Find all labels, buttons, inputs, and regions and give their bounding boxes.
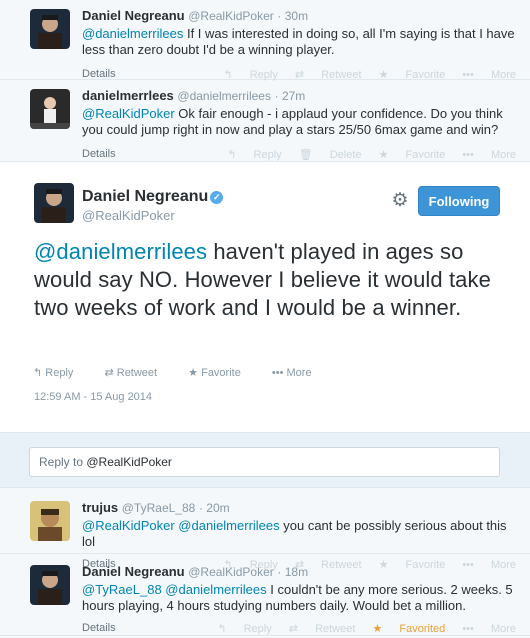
author-name[interactable]: Daniel Negreanu <box>82 188 208 205</box>
delete-label: Delete <box>329 149 362 161</box>
more-label: More <box>490 149 516 161</box>
tweet-timestamp[interactable]: 12:59 AM - 15 Aug 2014 <box>34 391 152 403</box>
favorite-label: Favorite <box>201 367 241 379</box>
author-handle[interactable]: @RealKidPoker <box>188 565 274 579</box>
avatar[interactable] <box>30 565 70 605</box>
more-action[interactable]: ••• More <box>272 367 326 379</box>
details-link[interactable]: Details <box>82 622 116 634</box>
mention-link[interactable]: @danielmerrilees <box>82 26 183 41</box>
tweet-text: @danielmerrilees haven't played in ages … <box>34 238 504 322</box>
author-handle[interactable]: @danielmerrilees <box>177 89 271 103</box>
more-action[interactable]: ••• More <box>462 623 516 635</box>
retweet-label: Retweet <box>116 367 158 379</box>
tweet-conversation: Daniel Negreanu @RealKidPoker · 30m @dan… <box>0 0 530 636</box>
mention-link[interactable]: @danielmerrilees <box>34 239 207 264</box>
author-handle[interactable]: @RealKidPoker <box>82 208 175 223</box>
reply-action[interactable]: ↰ Reply <box>217 623 271 635</box>
retweet-action[interactable]: ⇄ Retweet <box>289 623 356 635</box>
reply-action[interactable]: ↰ Reply <box>227 149 281 161</box>
tweet-time[interactable]: 20m <box>206 501 229 515</box>
reply-label: Reply <box>253 149 282 161</box>
reply-mention: @RealKidPoker <box>86 455 172 469</box>
tweet-text: @TyRaeL_88 @danielmerrilees I couldn't b… <box>82 582 516 614</box>
more-label: More <box>286 367 312 379</box>
favorited-action[interactable]: ★ Favorited <box>372 623 445 635</box>
reply-action[interactable]: ↰ Reply <box>33 367 87 379</box>
tweet-time[interactable]: 18m <box>285 565 308 579</box>
avatar[interactable] <box>30 89 70 129</box>
retweet-label: Retweet <box>315 623 356 635</box>
author-name[interactable]: trujus <box>82 500 118 515</box>
retweet-action[interactable]: ⇄ Retweet <box>104 367 171 379</box>
gear-icon[interactable]: ⚙ <box>389 190 411 212</box>
avatar[interactable] <box>34 183 74 223</box>
tweet-text: @RealKidPoker @danielmerrilees you cant … <box>82 518 516 550</box>
details-link[interactable]: Details <box>82 148 116 160</box>
tweet-item[interactable]: danielmerrlees @danielmerrilees · 27m @R… <box>0 80 530 162</box>
details-link[interactable]: Details <box>82 68 116 80</box>
favorite-action[interactable]: ★ Favorite <box>379 149 446 161</box>
reply-input[interactable]: Reply to @RealKidPoker <box>29 447 500 477</box>
tweet-text: @RealKidPoker Ok fair enough - i applaud… <box>82 106 516 138</box>
tweet-time[interactable]: 30m <box>285 9 308 23</box>
tweet-actions: ↰ Reply ⇄ Retweet ★ Favorited ••• More <box>203 622 516 635</box>
tweet-actions: ↰ Reply ⇄ Retweet ★ Favorite ••• More <box>33 366 340 379</box>
mention-link[interactable]: @TyRaeL_88 @danielmerrilees <box>82 582 267 597</box>
more-label: More <box>490 623 516 635</box>
reply-label: Reply <box>243 623 272 635</box>
author-name[interactable]: Daniel Negreanu <box>82 8 185 23</box>
reply-area: Reply to @RealKidPoker <box>0 432 530 488</box>
favorite-action[interactable]: ★ Favorite <box>188 367 255 379</box>
avatar[interactable] <box>30 501 70 541</box>
favorite-label: Favorite <box>405 149 446 161</box>
tweet-item[interactable]: trujus @TyRaeL_88 · 20m @RealKidPoker @d… <box>0 488 530 571</box>
more-action[interactable]: ••• More <box>462 149 516 161</box>
tweet-time[interactable]: 27m <box>282 89 305 103</box>
author-handle[interactable]: @RealKidPoker <box>188 9 274 23</box>
reply-label: Reply <box>45 367 74 379</box>
author-handle[interactable]: @TyRaeL_88 <box>122 501 196 515</box>
following-button[interactable]: Following <box>418 186 500 216</box>
tweet-item[interactable]: Daniel Negreanu @RealKidPoker · 18m @TyR… <box>0 554 530 636</box>
tweet-actions: ↰ Reply 🗑 Delete ★ Favorite ••• More <box>213 148 516 161</box>
favorited-label: Favorited <box>399 623 446 635</box>
verified-badge-icon: ✓ <box>210 191 224 204</box>
author-name[interactable]: Daniel Negreanu <box>82 564 185 579</box>
author-name[interactable]: danielmerrlees <box>82 88 174 103</box>
tweet-text: @danielmerrilees If I was interested in … <box>82 26 516 58</box>
reply-prefix: Reply to <box>39 455 87 469</box>
mention-link[interactable]: @RealKidPoker <box>82 106 175 121</box>
avatar[interactable] <box>30 9 70 49</box>
mention-link[interactable]: @RealKidPoker @danielmerrilees <box>82 518 280 533</box>
tweet-item[interactable]: Daniel Negreanu @RealKidPoker · 30m @dan… <box>0 0 530 81</box>
delete-action[interactable]: 🗑 Delete <box>299 149 362 161</box>
